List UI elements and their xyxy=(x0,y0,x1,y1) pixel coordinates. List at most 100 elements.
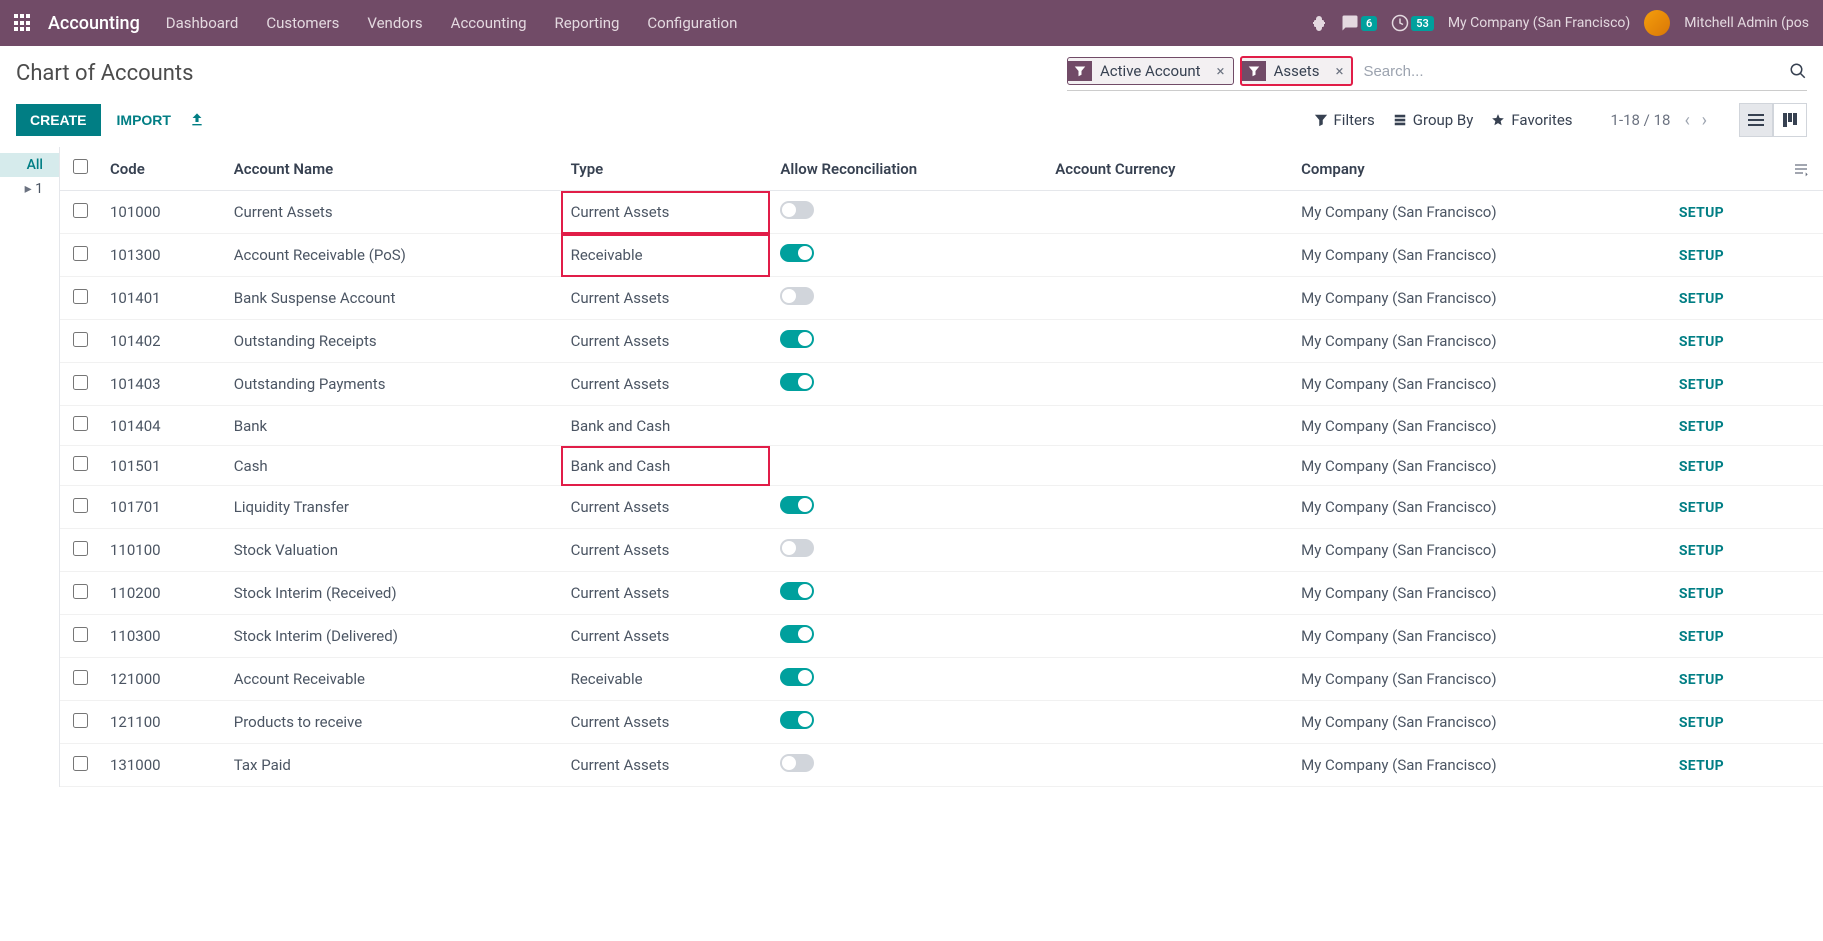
setup-button[interactable]: SETUP xyxy=(1679,334,1724,350)
sidebar-item-all[interactable]: All xyxy=(0,153,59,177)
reconcile-toggle[interactable] xyxy=(780,582,814,600)
nav-link-customers[interactable]: Customers xyxy=(266,14,339,32)
bug-icon[interactable] xyxy=(1311,15,1327,31)
col-code[interactable]: Code xyxy=(100,147,224,191)
row-checkbox[interactable] xyxy=(73,627,88,642)
nav-link-vendors[interactable]: Vendors xyxy=(367,14,422,32)
table-row[interactable]: 110300Stock Interim (Delivered)Current A… xyxy=(60,615,1823,658)
table-row[interactable]: 101403Outstanding PaymentsCurrent Assets… xyxy=(60,363,1823,406)
cell-type: Receivable xyxy=(561,658,771,701)
setup-button[interactable]: SETUP xyxy=(1679,205,1724,221)
nav-link-accounting[interactable]: Accounting xyxy=(451,14,527,32)
reconcile-toggle[interactable] xyxy=(780,539,814,557)
search-icon[interactable] xyxy=(1789,62,1807,80)
row-checkbox[interactable] xyxy=(73,541,88,556)
upload-icon[interactable] xyxy=(189,112,205,128)
user-menu[interactable]: Mitchell Admin (pos xyxy=(1684,15,1809,31)
row-checkbox[interactable] xyxy=(73,670,88,685)
row-checkbox[interactable] xyxy=(73,713,88,728)
select-all-checkbox[interactable] xyxy=(73,159,88,174)
setup-button[interactable]: SETUP xyxy=(1679,500,1724,516)
col-options[interactable] xyxy=(1783,147,1823,191)
table-row[interactable]: 101000Current AssetsCurrent AssetsMy Com… xyxy=(60,191,1823,234)
row-select-cell xyxy=(60,406,100,446)
app-brand[interactable]: Accounting xyxy=(48,13,140,34)
import-button[interactable]: IMPORT xyxy=(117,112,171,128)
activities-button[interactable]: 53 xyxy=(1391,14,1434,32)
col-currency[interactable]: Account Currency xyxy=(1045,147,1291,191)
reconcile-toggle[interactable] xyxy=(780,711,814,729)
table-row[interactable]: 121100Products to receiveCurrent AssetsM… xyxy=(60,701,1823,744)
facet-remove[interactable]: × xyxy=(1327,62,1351,80)
reconcile-toggle[interactable] xyxy=(780,244,814,262)
reconcile-toggle[interactable] xyxy=(780,287,814,305)
row-checkbox[interactable] xyxy=(73,584,88,599)
setup-button[interactable]: SETUP xyxy=(1679,758,1724,774)
filters-button[interactable]: Filters xyxy=(1314,111,1375,129)
table-row[interactable]: 110200Stock Interim (Received)Current As… xyxy=(60,572,1823,615)
row-checkbox[interactable] xyxy=(73,203,88,218)
row-checkbox[interactable] xyxy=(73,498,88,513)
reconcile-toggle[interactable] xyxy=(780,625,814,643)
create-button[interactable]: CREATE xyxy=(16,104,101,136)
col-reconcile[interactable]: Allow Reconciliation xyxy=(770,147,1045,191)
reconcile-toggle[interactable] xyxy=(780,496,814,514)
cell-spacer xyxy=(1783,277,1823,320)
table-row[interactable]: 101401Bank Suspense AccountCurrent Asset… xyxy=(60,277,1823,320)
col-company[interactable]: Company xyxy=(1291,147,1669,191)
setup-button[interactable]: SETUP xyxy=(1679,629,1724,645)
row-checkbox[interactable] xyxy=(73,375,88,390)
nav-link-dashboard[interactable]: Dashboard xyxy=(166,14,239,32)
company-selector[interactable]: My Company (San Francisco) xyxy=(1448,15,1630,31)
groupby-button[interactable]: Group By xyxy=(1393,111,1474,129)
setup-button[interactable]: SETUP xyxy=(1679,291,1724,307)
table-row[interactable]: 131000Tax PaidCurrent AssetsMy Company (… xyxy=(60,744,1823,787)
table-row[interactable]: 101701Liquidity TransferCurrent AssetsMy… xyxy=(60,486,1823,529)
reconcile-toggle[interactable] xyxy=(780,330,814,348)
setup-button[interactable]: SETUP xyxy=(1679,586,1724,602)
row-checkbox[interactable] xyxy=(73,456,88,471)
table-row[interactable]: 101300Account Receivable (PoS)Receivable… xyxy=(60,234,1823,277)
table-row[interactable]: 101501CashBank and CashMy Company (San F… xyxy=(60,446,1823,486)
apps-icon[interactable] xyxy=(14,14,32,32)
favorites-button[interactable]: Favorites xyxy=(1491,111,1572,129)
nav-link-reporting[interactable]: Reporting xyxy=(555,14,620,32)
cell-code: 110200 xyxy=(100,572,224,615)
row-checkbox[interactable] xyxy=(73,289,88,304)
setup-button[interactable]: SETUP xyxy=(1679,459,1724,475)
messages-button[interactable]: 6 xyxy=(1341,14,1377,32)
pager-prev[interactable]: ‹ xyxy=(1680,110,1693,131)
search-input[interactable] xyxy=(1359,59,1783,84)
table-row[interactable]: 101402Outstanding ReceiptsCurrent Assets… xyxy=(60,320,1823,363)
setup-button[interactable]: SETUP xyxy=(1679,672,1724,688)
facet-remove[interactable]: × xyxy=(1209,62,1233,80)
row-checkbox[interactable] xyxy=(73,332,88,347)
col-name[interactable]: Account Name xyxy=(224,147,561,191)
setup-button[interactable]: SETUP xyxy=(1679,543,1724,559)
setup-button[interactable]: SETUP xyxy=(1679,715,1724,731)
setup-button[interactable]: SETUP xyxy=(1679,377,1724,393)
setup-button[interactable]: SETUP xyxy=(1679,248,1724,264)
col-type[interactable]: Type xyxy=(561,147,771,191)
reconcile-toggle[interactable] xyxy=(780,201,814,219)
pager-next[interactable]: › xyxy=(1698,110,1711,131)
pager-value[interactable]: 1-18 / 18 xyxy=(1611,111,1671,129)
row-checkbox[interactable] xyxy=(73,246,88,261)
cell-reconcile xyxy=(770,701,1045,744)
row-checkbox[interactable] xyxy=(73,756,88,771)
reconcile-toggle[interactable] xyxy=(780,373,814,391)
nav-link-configuration[interactable]: Configuration xyxy=(647,14,737,32)
row-select-cell xyxy=(60,658,100,701)
cell-code: 110300 xyxy=(100,615,224,658)
table-row[interactable]: 101404BankBank and CashMy Company (San F… xyxy=(60,406,1823,446)
reconcile-toggle[interactable] xyxy=(780,754,814,772)
avatar[interactable] xyxy=(1644,10,1670,36)
table-row[interactable]: 110100Stock ValuationCurrent AssetsMy Co… xyxy=(60,529,1823,572)
reconcile-toggle[interactable] xyxy=(780,668,814,686)
view-list-button[interactable] xyxy=(1739,103,1773,137)
sidebar-item-1[interactable]: 1 xyxy=(0,177,59,201)
row-checkbox[interactable] xyxy=(73,416,88,431)
table-row[interactable]: 121000Account ReceivableReceivableMy Com… xyxy=(60,658,1823,701)
setup-button[interactable]: SETUP xyxy=(1679,419,1724,435)
view-kanban-button[interactable] xyxy=(1773,103,1807,137)
